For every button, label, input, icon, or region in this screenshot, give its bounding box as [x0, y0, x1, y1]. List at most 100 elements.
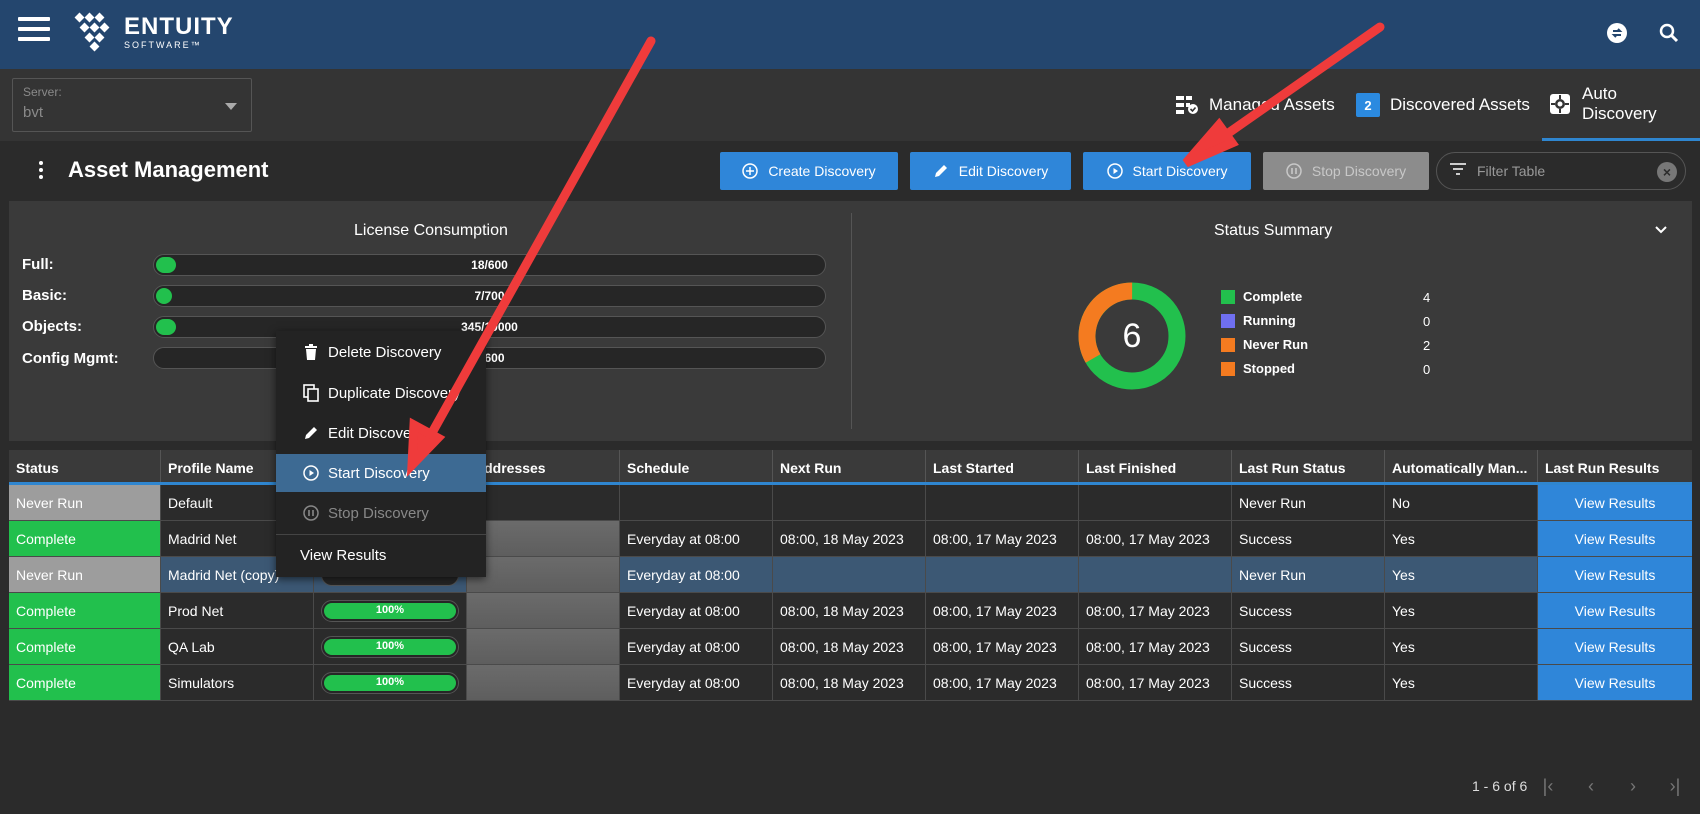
tab-managed-assets[interactable]: Managed Assets [1175, 69, 1335, 141]
clear-filter-icon[interactable]: × [1657, 162, 1677, 182]
license-bar-text: 345/10000 [461, 320, 518, 334]
view-results-button[interactable]: View Results [1538, 485, 1692, 520]
legend-count-stopped: 0 [1423, 362, 1431, 377]
next-run-cell: 08:00, 18 May 2023 [773, 593, 926, 628]
col-addresses[interactable]: Addresses [467, 450, 620, 482]
progress-bar: 100% [321, 599, 459, 622]
kebab-menu-icon[interactable] [38, 161, 44, 181]
last-run-status-cell: Success [1232, 521, 1385, 556]
tab-auto-discovery[interactable]: Auto Discovery [1542, 69, 1700, 141]
license-label-basic: Basic: [22, 287, 68, 304]
logo-name: ENTUITY [124, 12, 234, 40]
entuity-logo: ENTUITY SOFTWARE™ [72, 12, 234, 52]
managed-assets-icon [1175, 93, 1199, 117]
table-row[interactable]: Complete Prod Net 100% Everyday at 08:00 08:… [9, 593, 1692, 629]
start-discovery-button[interactable]: Start Discovery [1083, 152, 1251, 190]
trash-icon [302, 343, 320, 361]
context-menu: Delete Discovery Duplicate Discovery Edi… [276, 331, 486, 577]
next-run-cell [773, 557, 926, 592]
next-run-cell [773, 485, 926, 520]
table-row[interactable]: Complete Madrid Net Everyday at 08:00 08:00… [9, 521, 1692, 557]
addresses-cell [467, 557, 620, 592]
create-discovery-button[interactable]: Create Discovery [720, 152, 898, 190]
col-next-run[interactable]: Next Run [773, 450, 926, 482]
last-started-cell: 08:00, 17 May 2023 [926, 593, 1079, 628]
legend-label: Running [1243, 313, 1296, 328]
menu-label: View Results [300, 546, 387, 564]
profile-name-cell: Simulators [161, 665, 314, 700]
addresses-cell [467, 629, 620, 664]
table-row[interactable]: Never Run Default Never Run No View Results [9, 485, 1692, 521]
table-body: Never Run Default Never Run No View Results C… [9, 485, 1692, 701]
edit-discovery-button[interactable]: Edit Discovery [910, 152, 1071, 190]
menu-view-results[interactable]: View Results [276, 536, 486, 574]
next-run-cell: 08:00, 18 May 2023 [773, 665, 926, 700]
view-results-button[interactable]: View Results [1538, 593, 1692, 628]
hamburger-menu-icon[interactable] [18, 17, 50, 43]
col-last-run-results[interactable]: Last Run Results [1538, 450, 1692, 482]
license-bar-text: 18/600 [471, 258, 508, 272]
next-page-icon[interactable]: › [1623, 776, 1643, 796]
last-run-status-cell: Never Run [1232, 485, 1385, 520]
view-results-button[interactable]: View Results [1538, 665, 1692, 700]
table-row[interactable]: Complete QA Lab 100% Everyday at 08:00 08:00… [9, 629, 1692, 665]
license-bar-config: 0/600 [153, 347, 826, 369]
pause-circle-icon [1286, 163, 1302, 179]
last-started-cell [926, 485, 1079, 520]
menu-delete-discovery[interactable]: Delete Discovery [276, 333, 486, 371]
menu-start-discovery[interactable]: Start Discovery [276, 454, 486, 492]
discovery-table: Status Profile Name Addresses Schedule N… [9, 450, 1692, 701]
legend-count-never-run: 2 [1423, 338, 1431, 353]
col-last-started[interactable]: Last Started [926, 450, 1079, 482]
auto-manage-cell: Yes [1385, 521, 1538, 556]
auto-manage-cell: Yes [1385, 665, 1538, 700]
sub-header: Server: bvt Managed Assets 2 Discovered … [0, 69, 1700, 141]
menu-label: Delete Discovery [328, 343, 442, 361]
status-donut: 6 [1078, 282, 1186, 390]
server-value: bvt [23, 104, 44, 121]
view-results-button[interactable]: View Results [1538, 521, 1692, 556]
menu-stop-discovery[interactable]: Stop Discovery [276, 494, 486, 532]
schedule-cell: Everyday at 08:00 [620, 665, 773, 700]
first-page-icon[interactable]: |‹ [1538, 776, 1558, 796]
last-run-status-cell: Success [1232, 629, 1385, 664]
prev-page-icon[interactable]: ‹ [1581, 776, 1601, 796]
sync-icon[interactable] [1604, 20, 1630, 46]
stop-discovery-button[interactable]: Stop Discovery [1263, 152, 1429, 190]
filter-input[interactable] [1475, 162, 1655, 180]
search-icon[interactable] [1656, 20, 1682, 46]
tab-label: Auto Discovery [1582, 83, 1657, 123]
table-row[interactable]: Complete Simulators 100% Everyday at 08:00 0… [9, 665, 1692, 701]
schedule-cell: Everyday at 08:00 [620, 629, 773, 664]
view-results-button[interactable]: View Results [1538, 557, 1692, 592]
chevron-down-icon[interactable] [1655, 224, 1667, 236]
discovered-count-badge: 2 [1356, 93, 1380, 117]
menu-duplicate-discovery[interactable]: Duplicate Discovery [276, 374, 486, 412]
menu-edit-discovery[interactable]: Edit Discovery [276, 414, 486, 452]
tab-label: Managed Assets [1209, 95, 1335, 114]
addresses-cell [467, 665, 620, 700]
server-select[interactable]: Server: bvt [12, 78, 252, 132]
last-run-status-cell: Never Run [1232, 557, 1385, 592]
play-circle-icon [1106, 163, 1123, 179]
col-auto-manage[interactable]: Automatically Man... [1385, 450, 1538, 482]
legend-swatch [1221, 289, 1235, 304]
pause-circle-icon [302, 504, 320, 522]
last-page-icon[interactable]: ›| [1665, 776, 1685, 796]
view-results-button[interactable]: View Results [1538, 629, 1692, 664]
start-discovery-label: Start Discovery [1132, 163, 1228, 179]
col-last-finished[interactable]: Last Finished [1079, 450, 1232, 482]
col-last-run-status[interactable]: Last Run Status [1232, 450, 1385, 482]
progress-cell: 100% [314, 665, 467, 700]
last-started-cell: 08:00, 17 May 2023 [926, 521, 1079, 556]
col-status[interactable]: Status [9, 450, 161, 482]
filter-table: × [1436, 152, 1686, 190]
last-finished-cell: 08:00, 17 May 2023 [1079, 521, 1232, 556]
legend-count-running: 0 [1423, 314, 1431, 329]
legend-label: Complete [1243, 289, 1303, 304]
progress-text: 100% [375, 675, 405, 688]
col-schedule[interactable]: Schedule [620, 450, 773, 482]
tab-discovered-assets[interactable]: 2 Discovered Assets [1356, 69, 1530, 141]
table-row[interactable]: Never RunMadrid Net (copy)0%Everyday at … [9, 557, 1692, 593]
legend-count-complete: 4 [1423, 290, 1431, 305]
